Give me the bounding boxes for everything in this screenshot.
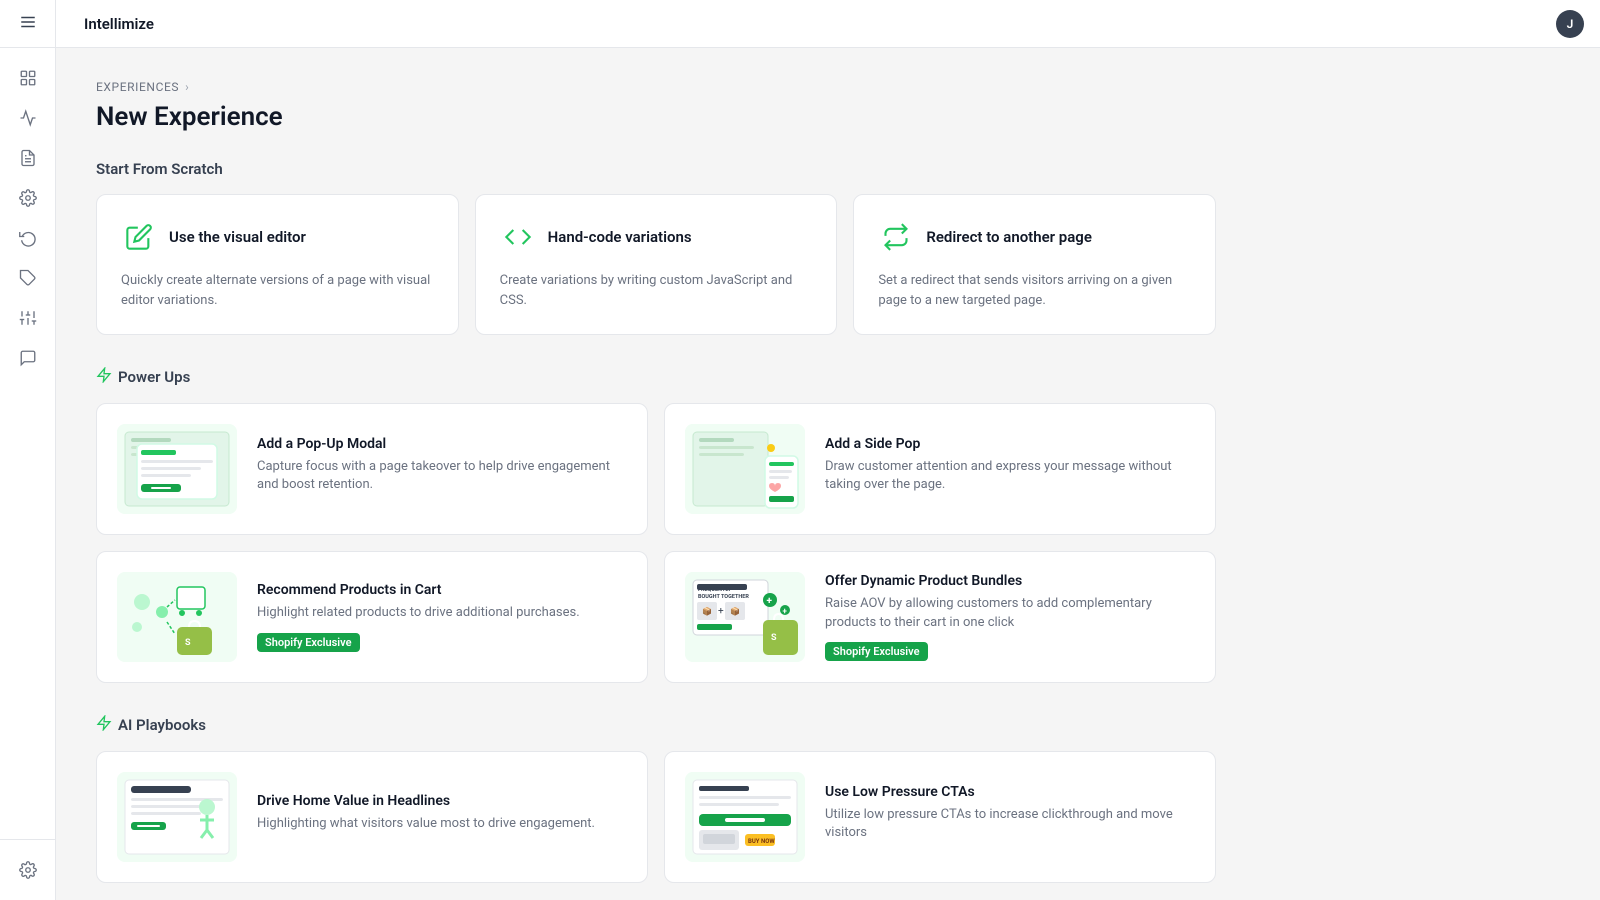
svg-text:📦: 📦 [702,606,712,616]
sidebar-item-integrations[interactable] [10,260,46,296]
side-pop-content: Add a Side Pop Draw customer attention a… [825,436,1195,502]
sidebar-item-history[interactable] [10,220,46,256]
powerup-grid: Add a Pop-Up Modal Capture focus with a … [96,403,1216,683]
svg-text:FREQUENTLY: FREQUENTLY [698,587,732,593]
scratch-section-heading: Start From Scratch [96,160,1216,178]
card-visual-editor[interactable]: Use the visual editor Quickly create alt… [96,194,459,335]
card-redirect[interactable]: Redirect to another page Set a redirect … [853,194,1216,335]
card-popup-modal[interactable]: Add a Pop-Up Modal Capture focus with a … [96,403,648,535]
user-avatar[interactable]: J [1556,10,1584,38]
side-pop-image [685,424,805,514]
playbooks-heading-label: AI Playbooks [118,716,206,734]
redirect-icon [878,219,914,255]
low-pressure-ctas-title: Use Low Pressure CTAs [825,784,1195,800]
sidebar-item-filters[interactable] [10,300,46,336]
sidebar-bottom [0,839,55,900]
shopify-badge-bundles: Shopify Exclusive [825,642,928,661]
playbooks-section-heading: AI Playbooks [96,715,1216,735]
code-icon [500,219,536,255]
sidebar-item-messages[interactable] [10,340,46,376]
card-visual-editor-desc: Quickly create alternate versions of a p… [121,271,434,310]
card-hand-code-title: Hand-code variations [548,228,692,246]
card-visual-editor-title: Use the visual editor [169,228,306,246]
low-pressure-ctas-content: Use Low Pressure CTAs Utilize low pressu… [825,784,1195,850]
svg-text:S: S [771,633,777,643]
playbook-grid: Drive Home Value in Headlines Highlighti… [96,751,1216,883]
recommend-products-content: Recommend Products in Cart Highlight rel… [257,582,627,651]
recommend-products-title: Recommend Products in Cart [257,582,627,598]
popup-modal-image [117,424,237,514]
side-pop-desc: Draw customer attention and express your… [825,458,1195,494]
sidebar-item-dashboard[interactable] [10,60,46,96]
svg-text:+: + [767,596,773,607]
product-bundles-content: Offer Dynamic Product Bundles Raise AOV … [825,573,1195,660]
breadcrumb-chevron-icon: › [185,80,189,94]
product-bundles-desc: Raise AOV by allowing customers to add c… [825,595,1195,631]
side-pop-title: Add a Side Pop [825,436,1195,452]
card-side-pop[interactable]: Add a Side Pop Draw customer attention a… [664,403,1216,535]
popup-modal-desc: Capture focus with a page takeover to he… [257,458,627,494]
recommend-products-image: S [117,572,237,662]
card-hand-code[interactable]: Hand-code variations Create variations b… [475,194,838,335]
headlines-title: Drive Home Value in Headlines [257,793,627,809]
card-visual-editor-header: Use the visual editor [121,219,434,255]
sidebar-item-bottom-settings[interactable] [10,852,46,888]
card-redirect-header: Redirect to another page [878,219,1191,255]
main-content: EXPERIENCES › New Experience Start From … [56,48,1600,900]
topbar: Intellimize J [0,0,1600,48]
sidebar-item-analytics[interactable] [10,100,46,136]
svg-text:📦: 📦 [730,606,740,616]
card-headlines[interactable]: Drive Home Value in Headlines Highlighti… [96,751,648,883]
svg-text:+: + [783,607,788,616]
sidebar [0,0,56,900]
sidebar-top [0,0,55,48]
powerups-heading-label: Power Ups [118,368,190,386]
card-hand-code-desc: Create variations by writing custom Java… [500,271,813,310]
popup-modal-title: Add a Pop-Up Modal [257,436,627,452]
powerups-section-heading: Power Ups [96,367,1216,387]
sidebar-nav [10,48,46,839]
headlines-image [117,772,237,862]
card-redirect-desc: Set a redirect that sends visitors arriv… [878,271,1191,310]
product-bundles-image: FREQUENTLY BOUGHT TOGETHER 📦 + 📦 S [685,572,805,662]
headlines-desc: Highlighting what visitors value most to… [257,815,627,833]
shopify-badge-recommend: Shopify Exclusive [257,633,360,652]
svg-text:BUY NOW: BUY NOW [748,838,775,845]
scratch-grid: Use the visual editor Quickly create alt… [96,194,1216,335]
card-hand-code-header: Hand-code variations [500,219,813,255]
recommend-products-desc: Highlight related products to drive addi… [257,604,627,622]
breadcrumb-parent[interactable]: EXPERIENCES [96,80,179,94]
sidebar-item-reports[interactable] [10,140,46,176]
low-pressure-ctas-image: BUY NOW [685,772,805,862]
app-name: Intellimize [84,15,154,33]
low-pressure-ctas-desc: Utilize low pressure CTAs to increase cl… [825,806,1195,842]
card-recommend-products[interactable]: S Recommend Products in Cart Highlight r… [96,551,648,683]
edit-icon [121,219,157,255]
card-redirect-title: Redirect to another page [926,228,1092,246]
card-low-pressure-ctas[interactable]: BUY NOW Use Low Pressure CTAs Utilize lo… [664,751,1216,883]
scratch-heading-label: Start From Scratch [96,160,223,178]
sidebar-item-settings-gear[interactable] [10,180,46,216]
headlines-content: Drive Home Value in Headlines Highlighti… [257,793,627,841]
svg-text:+: + [718,606,724,617]
menu-icon[interactable] [19,13,37,35]
svg-text:S: S [185,638,191,648]
product-bundles-title: Offer Dynamic Product Bundles [825,573,1195,589]
svg-text:BOUGHT TOGETHER: BOUGHT TOGETHER [698,594,749,600]
breadcrumb: EXPERIENCES › [96,80,1216,94]
page-title: New Experience [96,102,1216,132]
popup-modal-content: Add a Pop-Up Modal Capture focus with a … [257,436,627,502]
powerups-icon [96,367,112,387]
card-product-bundles[interactable]: FREQUENTLY BOUGHT TOGETHER 📦 + 📦 S [664,551,1216,683]
playbooks-icon [96,715,112,735]
